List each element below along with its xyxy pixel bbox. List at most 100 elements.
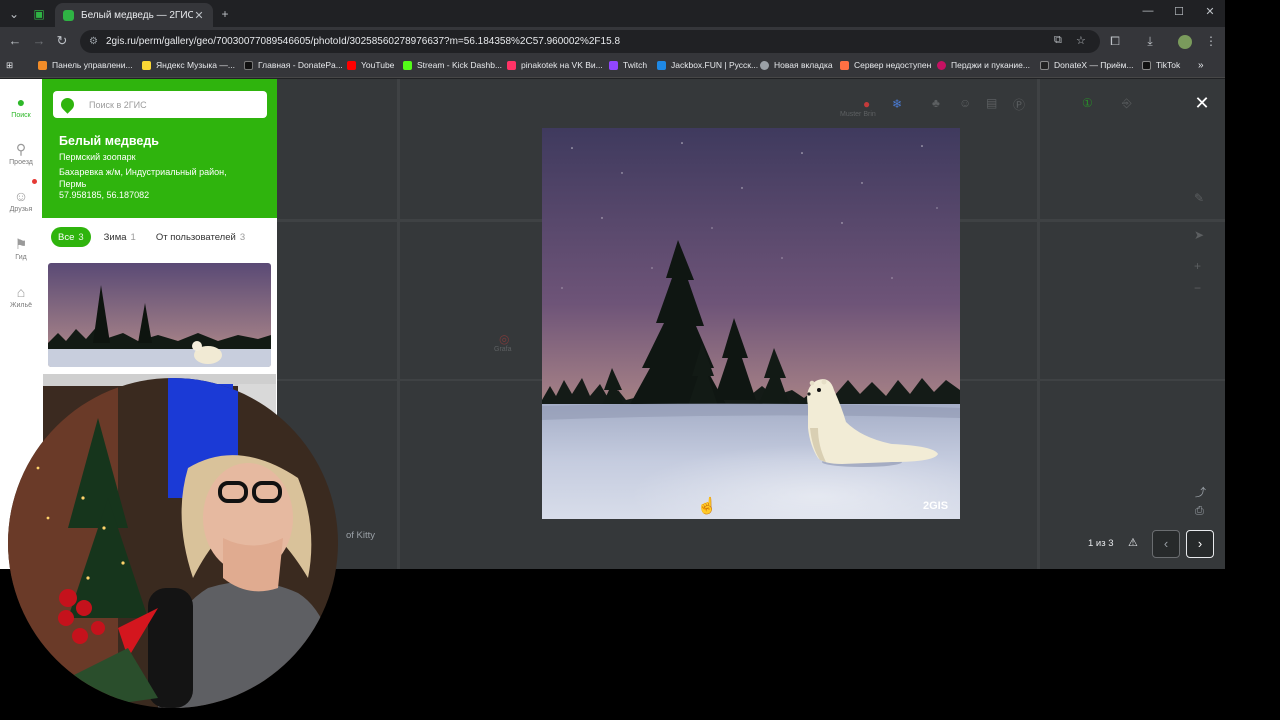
map-road [1037,79,1040,569]
bookmark-icon [244,60,253,70]
browser-tab[interactable]: Белый медведь — 2ГИС ✕ [55,3,213,27]
back-button[interactable]: ← [6,33,24,49]
new-tab-button[interactable]: + [216,5,234,23]
site-info-icon[interactable]: ⚙ [89,36,98,47]
bookmark-item[interactable]: Перджи и пукание... [937,60,1030,70]
download-icon[interactable]: ⤓ [1142,34,1158,49]
bookmark-icon [937,60,946,70]
map-label: Grafa [494,346,512,353]
tiktok-icon [1142,60,1151,70]
zoom-out-icon[interactable]: − [1194,281,1201,295]
photo-author[interactable]: of Kitty [346,530,375,541]
filter-winter[interactable]: Зима 1 [96,227,143,247]
pin-icon: ● [16,94,26,110]
map-poi-icon[interactable]: ● [863,97,870,111]
tab-title: Белый медведь — 2ГИС [81,9,193,21]
route-icon: ⚲ [15,141,27,157]
browser-toolbar: ← → ↻ ⚙ 2gis.ru/perm/gallery/geo/7003007… [0,27,1225,56]
locate-icon[interactable]: ➤ [1194,228,1204,242]
hand-cursor-icon: ☝ [697,498,717,515]
briefcase-icon[interactable]: ▤ [986,96,997,110]
snowflake-icon[interactable]: ❄ [892,97,902,111]
webcam-overlay [8,378,338,708]
place-title: Белый медведь [59,134,159,148]
bookmark-item[interactable]: YouTube [347,60,394,70]
tab-bar: ⌄ ▣ Белый медведь — 2ГИС ✕ + — ☐ ✕ [0,0,1225,27]
url-text: 2gis.ru/perm/gallery/geo/700300770895466… [105,36,621,47]
zoom-in-icon[interactable]: + [1194,259,1201,273]
bookmark-item[interactable]: Панель управлени... [38,60,133,70]
filter-users[interactable]: От пользователей 3 [148,227,253,247]
people-icon[interactable]: ☺ [959,96,971,110]
counter-badge-icon[interactable]: ① [1082,96,1093,110]
photo-thumbnail[interactable] [48,263,271,367]
profile-avatar[interactable] [1178,35,1192,49]
bookmark-item[interactable]: Jackbox.FUN | Русск... [657,60,758,70]
minimize-button[interactable]: — [1138,5,1158,17]
map-view[interactable]: ◎ Grafa ● Muster Brin ❄ ♣ ☺ ▤ Ⓟ ① ⎆ ✎ ➤ … [277,79,1225,569]
rail-item-guide[interactable]: ⚑ Гид [0,235,42,261]
more-bookmarks-icon[interactable]: » [1198,60,1204,71]
bookmark-icon [38,60,47,70]
tab-close-icon[interactable]: ✕ [193,9,205,22]
bookmark-item[interactable]: TikTok [1142,60,1180,70]
x-icon [1040,60,1049,70]
filter-all[interactable]: Все 3 [51,227,91,247]
install-icon[interactable]: ⧉ [1054,34,1062,47]
globe-icon [760,60,769,70]
place-subtitle[interactable]: Пермский зоопарк [59,152,136,162]
close-viewer-button[interactable]: ✕ [1192,93,1212,113]
tab-search-icon[interactable]: ⌄ [5,5,23,23]
bookmarks-bar: ⊞ Панель управлени... Яндекс Музыка —...… [0,56,1225,78]
print-icon[interactable]: ⎙ [1195,505,1204,518]
prev-photo-button[interactable]: ‹ [1152,530,1180,558]
report-warning-icon[interactable]: ⚠ [1128,536,1138,549]
place-address: Бахаревка ж/м, Индустриальный район, Пер… [59,167,227,189]
address-bar[interactable]: ⚙ 2gis.ru/perm/gallery/geo/7003007708954… [80,30,1100,53]
close-window-button[interactable]: ✕ [1200,5,1220,18]
youtube-icon [347,60,356,70]
logo-pin-icon [58,95,77,114]
next-photo-button[interactable]: › [1186,530,1214,558]
share-icon[interactable]: ⤴ [1195,484,1206,500]
bookmark-item[interactable]: pinakotek на VK Ви... [507,60,603,70]
parking-icon[interactable]: Ⓟ [1013,96,1025,113]
polar-bear-thumbnail-image [48,263,271,367]
polar-bear-photo-image: 2GIS [542,128,960,519]
map-poi-icon[interactable]: ◎ [499,332,509,346]
search-placeholder: Поиск в 2ГИС [89,99,147,110]
twitch-icon [609,60,618,70]
bookmark-item[interactable]: Twitch [609,60,647,70]
rail-item-route[interactable]: ⚲ Проезд [0,140,42,166]
search-input[interactable]: Поиск в 2ГИС [53,91,267,118]
photo-filters: Все 3 Зима 1 От пользователей 3 [51,227,253,247]
menu-icon[interactable]: ⋮ [1203,34,1219,48]
bookmark-item[interactable]: Сервер недоступен [840,60,931,70]
gallery-photo[interactable]: 2GIS [542,128,960,519]
bookmark-item[interactable]: Главная - DonatePa... [244,60,343,70]
ruler-icon[interactable]: ✎ [1194,191,1204,205]
rail-item-housing[interactable]: ⌂ Жильё [0,283,42,309]
map-road [397,79,400,569]
jackbox-icon [657,60,666,70]
bookmark-item[interactable]: Яндекс Музыка —... [142,60,235,70]
apps-icon[interactable]: ⊞ [6,60,13,71]
bookmark-icon [142,60,151,70]
house-icon: ⌂ [16,284,26,300]
extensions-icon[interactable]: ⧠ [1107,34,1123,49]
bookmark-item[interactable]: Stream - Kick Dashb... [403,60,502,70]
bookmark-star-icon[interactable]: ☆ [1076,34,1086,47]
bookmark-item[interactable]: DonateX — Приём... [1040,60,1134,70]
app-icon[interactable]: ▣ [30,5,48,23]
tree-icon[interactable]: ♣ [932,96,940,110]
bookmark-item[interactable]: Новая вкладка [760,60,833,70]
vk-icon [507,60,516,70]
rail-item-search[interactable]: ● Поиск [0,93,42,119]
forward-button[interactable]: → [30,33,48,49]
reload-button[interactable]: ↻ [53,33,71,49]
map-label: Muster Brin [840,111,876,118]
maximize-button[interactable]: ☐ [1169,5,1189,18]
flag-icon: ⚑ [14,236,28,252]
login-icon[interactable]: ⎆ [1122,96,1132,111]
rail-item-friends[interactable]: ☺ Друзья [0,187,42,213]
